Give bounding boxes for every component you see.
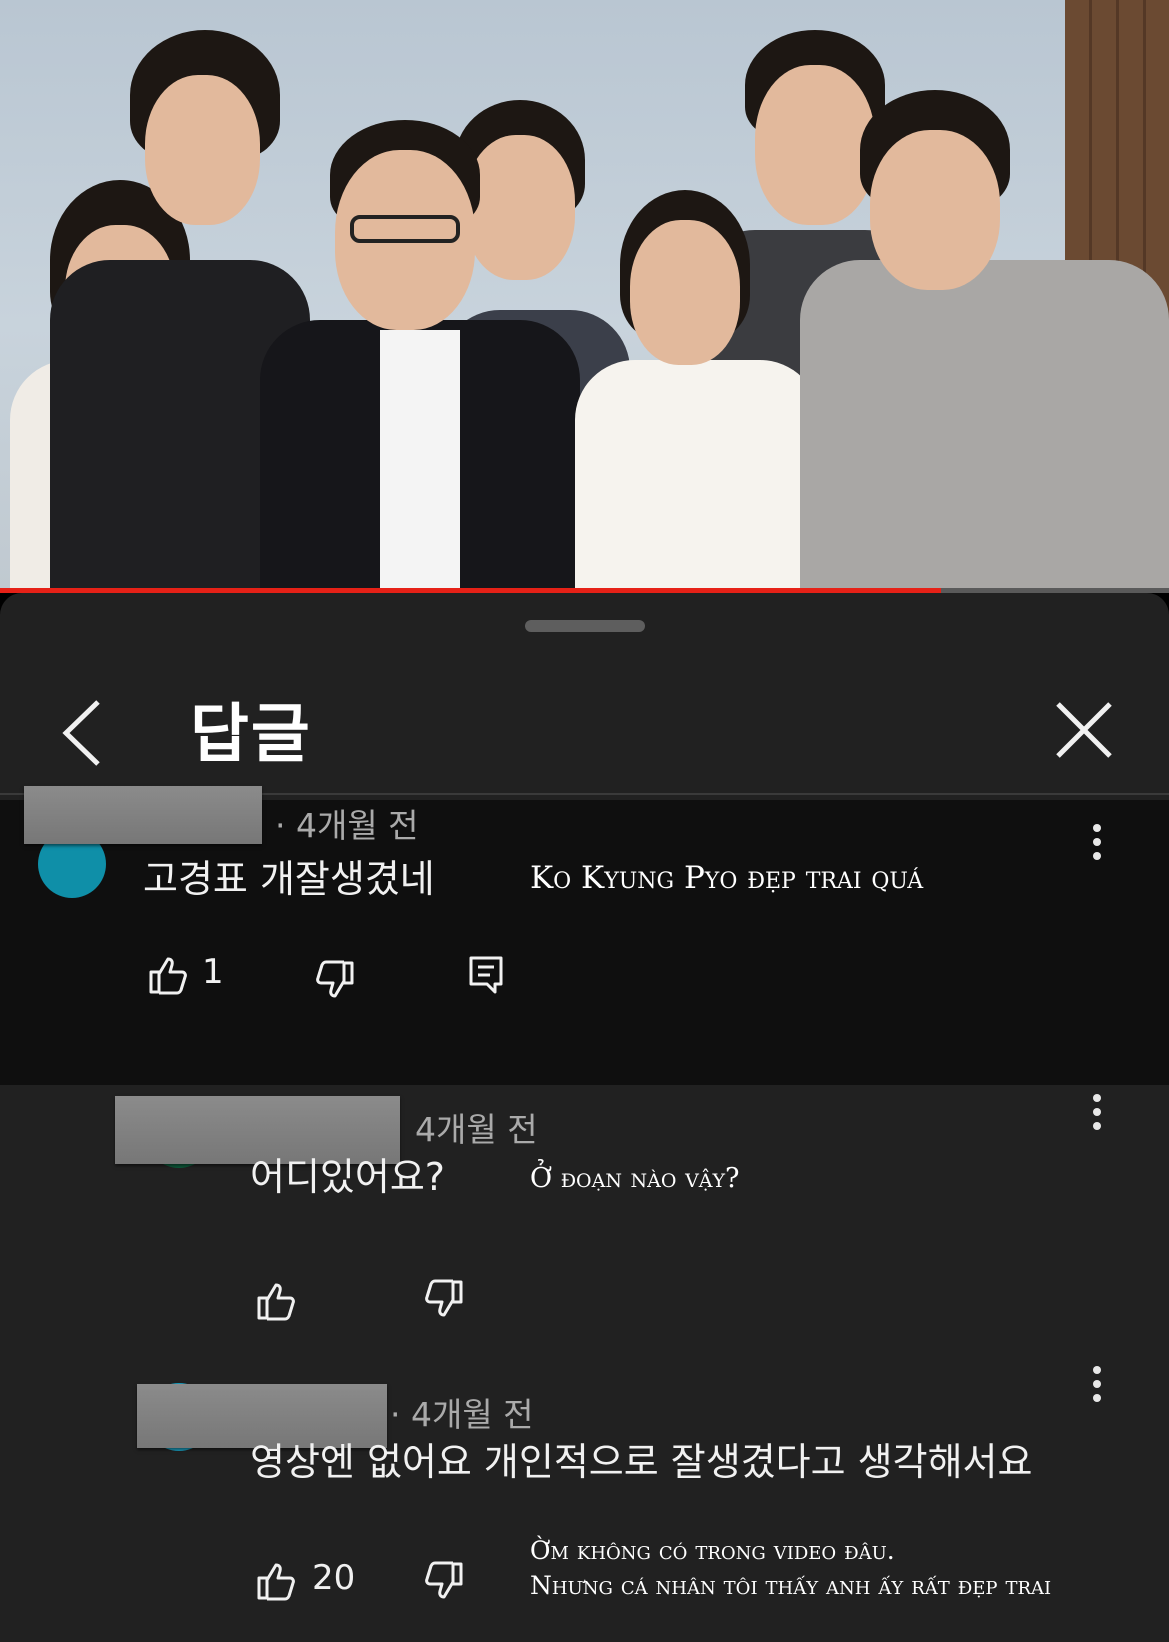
more-vert-icon[interactable] [1085, 1362, 1109, 1410]
drag-handle[interactable] [525, 620, 645, 632]
thumbs-up-icon[interactable] [256, 1281, 296, 1321]
sheet-title: 답글 [190, 698, 312, 772]
like-count: 20 [312, 1558, 356, 1598]
comment-text: 어디있어요? [250, 1155, 445, 1199]
sheet-header: 답글 [0, 653, 1169, 793]
redacted-username [24, 786, 262, 844]
comment-time: · 4개월 전 [275, 806, 419, 845]
video-player[interactable] [0, 0, 1169, 590]
comment-translation-line-1: Ờm không có trong video đâu. [530, 1536, 895, 1565]
like-count: 1 [202, 952, 224, 992]
comment-time: 4개월 전 [415, 1110, 538, 1149]
thumbs-up-icon[interactable] [256, 1561, 296, 1601]
comment-translation: Ở đoạn nào vậy? [530, 1163, 740, 1194]
person-6 [575, 190, 820, 590]
person-7 [800, 90, 1169, 590]
close-icon[interactable] [1055, 701, 1113, 759]
thumbs-down-icon[interactable] [315, 960, 355, 1000]
thumbs-down-icon[interactable] [424, 1561, 464, 1601]
comment-translation: Ko Kyung Pyo đẹp trai quá [530, 860, 924, 896]
comment-text: 영상엔 없어요 개인적으로 잘생겼다고 생각해서요 [250, 1440, 1033, 1484]
person-4 [230, 120, 600, 590]
more-vert-icon[interactable] [1085, 1090, 1109, 1138]
comment-time: · 4개월 전 [390, 1395, 534, 1434]
chevron-left-icon[interactable] [58, 698, 108, 768]
thumbs-up-icon[interactable] [148, 955, 188, 995]
more-vert-icon[interactable] [1085, 820, 1109, 868]
parent-comment: · 4개월 전 고경표 개잘생겼네 Ko Kyung Pyo đẹp trai … [0, 786, 1169, 1085]
comment-translation-line-2: Nhưng cá nhân tôi thấy anh ấy rất đẹp tr… [530, 1571, 1052, 1600]
reply-icon[interactable] [468, 955, 504, 995]
thumbs-down-icon[interactable] [424, 1279, 464, 1319]
comment-text: 고경표 개잘생겼네 [143, 857, 435, 901]
replies-sheet: 답글 · 4개월 전 고경표 개잘생겼네 Ko Kyung Pyo đẹp tr… [0, 593, 1169, 1642]
